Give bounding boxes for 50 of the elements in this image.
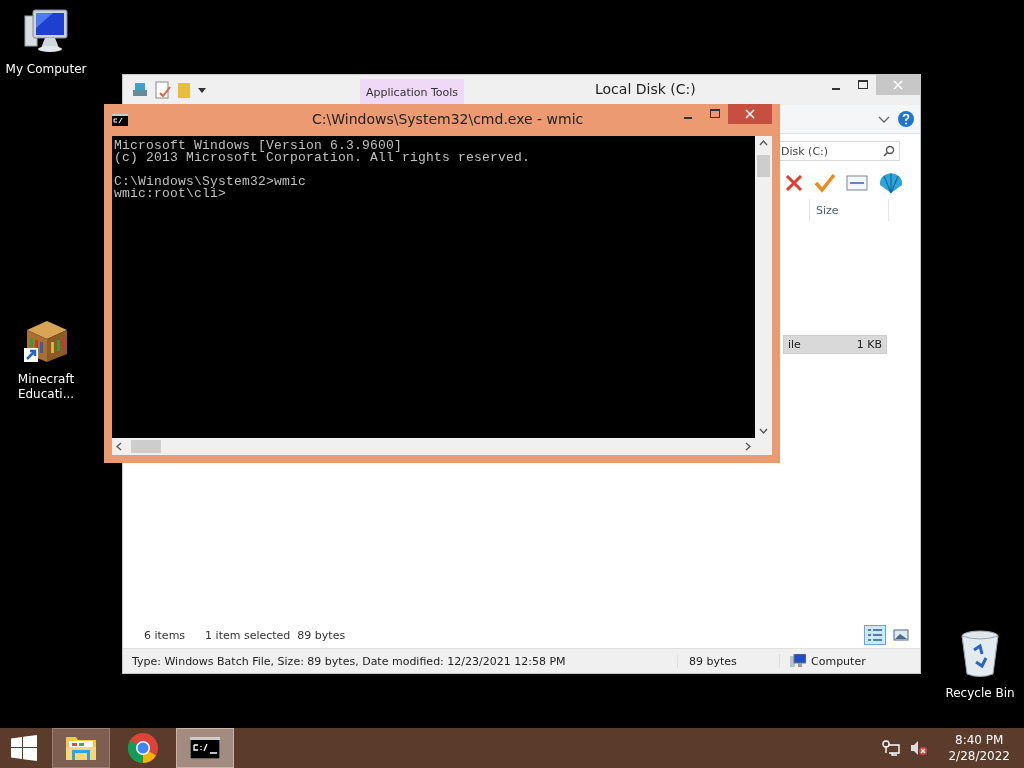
- details-view-button[interactable]: [864, 625, 886, 645]
- properties-icon[interactable]: [155, 81, 171, 99]
- selection-info: 1 item selected 89 bytes: [205, 628, 346, 642]
- checkmark-icon[interactable]: [814, 173, 836, 193]
- windows-logo-icon: [11, 735, 37, 761]
- minimize-icon: [831, 87, 840, 90]
- maximize-icon: [857, 80, 868, 90]
- network-icon[interactable]: [882, 740, 901, 756]
- shell-icon[interactable]: [878, 171, 904, 195]
- close-icon: [745, 109, 755, 119]
- terminal-icon: [112, 114, 128, 126]
- status-size: 89 bytes: [677, 654, 779, 668]
- status-details: Type: Windows Batch File, Size: 89 bytes, Date modified: 12/23/2021 12:58 PM: [131, 654, 567, 668]
- dropdown-icon[interactable]: [197, 85, 207, 95]
- file-row[interactable]: ile 1 KB: [783, 335, 887, 354]
- computer-icon: [23, 8, 69, 54]
- chevron-down-icon[interactable]: [878, 114, 890, 124]
- computer-icon: [790, 654, 806, 668]
- recycle-bin-icon: [960, 630, 1000, 678]
- drive-icon[interactable]: [131, 81, 149, 99]
- console-line: wmic:root\cli>: [114, 188, 227, 200]
- delete-icon[interactable]: [784, 173, 804, 193]
- search-icon: [883, 145, 895, 157]
- chrome-icon: [127, 732, 159, 764]
- console-line: (c) 2013 Microsoft Corporation. All rights reserved.: [114, 152, 532, 164]
- scroll-thumb[interactable]: [131, 440, 161, 453]
- window-title: Local Disk (C:): [595, 81, 696, 97]
- minimize-icon: [683, 116, 692, 119]
- help-icon[interactable]: [898, 111, 914, 127]
- desktop-icon-label[interactable]: Recycle Bin: [945, 686, 1015, 701]
- bookshelf-icon: [23, 318, 69, 364]
- taskbar-button[interactable]: [176, 728, 234, 768]
- application-tools-tab[interactable]: Application Tools: [360, 79, 465, 105]
- terminal-icon: [190, 737, 220, 759]
- status-location: Computer: [811, 654, 866, 668]
- window-title: C:\Windows\System32\cmd.exe - wmic: [312, 111, 584, 127]
- console-line: C:\Windows\System32>wmic: [114, 176, 308, 188]
- scroll-thumb[interactable]: [757, 155, 770, 177]
- close-icon: [893, 80, 903, 90]
- maximize-icon: [709, 109, 720, 119]
- desktop-icon-label[interactable]: My Computer: [5, 62, 87, 77]
- clock-date[interactable]: 2/28/2022: [948, 748, 1010, 764]
- muted-speaker-icon[interactable]: [910, 740, 929, 756]
- envelope-icon[interactable]: [846, 175, 868, 191]
- column-header[interactable]: Size: [809, 199, 889, 221]
- taskbar-button[interactable]: [52, 728, 110, 768]
- desktop-icon-label[interactable]: Minecraft Educati...: [8, 372, 84, 402]
- console-line: Microsoft Windows [Version 6.3.9600]: [114, 140, 403, 152]
- item-count: 6 items: [144, 628, 186, 642]
- clock-time[interactable]: 8:40 PM: [955, 732, 1004, 748]
